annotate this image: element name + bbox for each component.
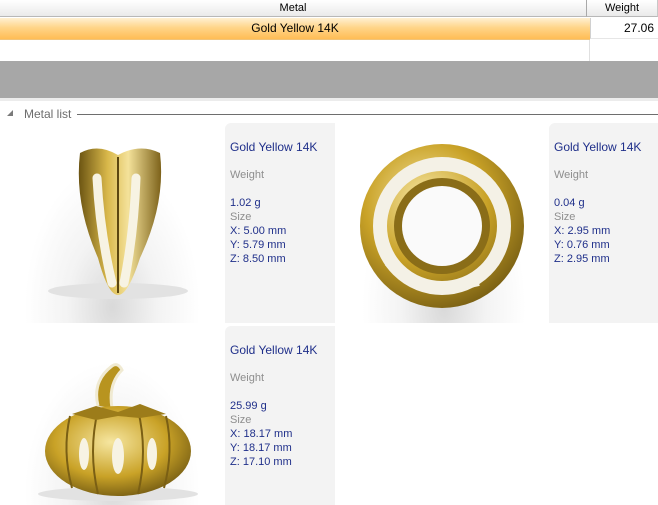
pumpkin-image: [0, 326, 225, 505]
metal-name: Gold Yellow 14K: [230, 140, 318, 154]
gold-ring-icon: [360, 144, 524, 308]
column-header-metal[interactable]: Metal: [0, 0, 587, 17]
metal-list-group-header[interactable]: Metal list: [0, 105, 658, 123]
metal-card[interactable]: Gold Yellow 14K Weight 1.02 g Size X: 5.…: [0, 123, 335, 323]
column-header-weight[interactable]: Weight: [587, 0, 658, 17]
size-y: Y: 5.79 mm: [230, 239, 286, 251]
gold-pumpkin-icon: [38, 363, 198, 501]
metal-cell[interactable]: Gold Yellow 14K: [0, 18, 590, 40]
size-z: Z: 8.50 mm: [230, 253, 286, 265]
prong-head-image: [0, 123, 225, 323]
weight-value: 25.99 g: [230, 400, 267, 412]
size-z: Z: 17.10 mm: [230, 456, 292, 468]
weight-cell[interactable]: 27.06: [590, 18, 658, 39]
weight-label: Weight: [554, 169, 589, 181]
size-label: Size: [554, 211, 576, 223]
size-label: Size: [230, 211, 252, 223]
metal-info-panel: Gold Yellow 14K Weight 25.99 g Size X: 1…: [225, 326, 335, 505]
metal-info-panel: Gold Yellow 14K Weight 0.04 g Size X: 2.…: [549, 123, 658, 323]
size-y: Y: 0.76 mm: [554, 239, 610, 251]
size-x: X: 5.00 mm: [230, 225, 287, 237]
metal-name: Gold Yellow 14K: [230, 343, 318, 357]
weight-value: 1.02 g: [230, 197, 261, 209]
collapse-arrow-icon[interactable]: [7, 110, 13, 116]
weight-label: Weight: [230, 169, 265, 181]
size-x: X: 2.95 mm: [554, 225, 611, 237]
panel-divider: [0, 98, 658, 101]
size-z: Z: 2.95 mm: [554, 253, 610, 265]
table-row[interactable]: Gold Yellow 14K 27.06: [0, 18, 658, 40]
metal-card[interactable]: Gold Yellow 14K Weight 0.04 g Size X: 2.…: [339, 123, 658, 323]
gold-prong-head-icon: [48, 148, 188, 299]
gray-panel: [0, 61, 658, 98]
size-x: X: 18.17 mm: [230, 428, 293, 440]
empty-row: [0, 40, 658, 61]
grid-header: Metal Weight: [0, 0, 658, 18]
group-title: Metal list: [24, 107, 72, 121]
group-divider: [77, 114, 658, 115]
metal-name: Gold Yellow 14K: [554, 140, 642, 154]
ring-image: [339, 123, 549, 323]
size-label: Size: [230, 414, 252, 426]
weight-label: Weight: [230, 372, 265, 384]
size-y: Y: 18.17 mm: [230, 442, 292, 454]
metal-card[interactable]: Gold Yellow 14K Weight 25.99 g Size X: 1…: [0, 326, 335, 505]
weight-value: 0.04 g: [554, 197, 585, 209]
metal-info-panel: Gold Yellow 14K Weight 1.02 g Size X: 5.…: [225, 123, 335, 323]
